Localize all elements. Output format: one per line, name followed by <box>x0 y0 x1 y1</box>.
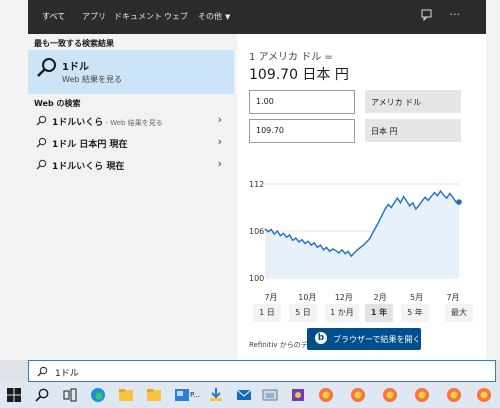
amount-input-value: 1.00 <box>256 97 274 106</box>
y-tick-label: 112 <box>249 180 264 189</box>
bing-icon: b <box>315 332 327 344</box>
x-tick-label: 10月 <box>298 293 316 302</box>
web-suggestion-main: 1ドルいくら 現在 <box>52 162 125 172</box>
feedback-icon[interactable] <box>420 8 434 22</box>
range-5-days[interactable]: 5 日 <box>289 304 317 322</box>
y-tick-label: 100 <box>249 274 264 283</box>
best-match-title: 1ドル <box>62 62 89 73</box>
tab-all[interactable]: すべて <box>42 11 65 22</box>
firefox-icon[interactable] <box>414 387 430 403</box>
tab-documents[interactable]: ドキュメント <box>114 11 162 22</box>
open-in-browser-label: ブラウザーで結果を開く <box>333 335 421 344</box>
range-5-years[interactable]: 5 年 <box>401 304 429 322</box>
firefox-icon[interactable] <box>446 387 462 403</box>
search-icon <box>36 115 47 126</box>
screenshot-icon[interactable] <box>262 387 278 403</box>
x-tick-label: 7月 <box>264 293 277 302</box>
from-currency-label: アメリカ ドル <box>371 98 422 107</box>
web-suggestion-sub: - Web 結果を見る <box>103 119 163 127</box>
web-suggestion[interactable]: 1ドル 日本円 現在 › <box>28 132 234 154</box>
range-max[interactable]: 最大 <box>445 304 473 322</box>
download-icon[interactable] <box>208 387 224 403</box>
web-suggestion-label: 1ドルいくら - Web 結果を見る <box>52 115 163 128</box>
chevron-right-icon[interactable]: › <box>218 157 222 170</box>
best-match-header: 最も一致する検索結果 <box>34 39 114 48</box>
game-app-icon[interactable] <box>290 387 306 403</box>
data-source: Refinitiv からのデ <box>249 341 308 349</box>
taskbar-app-label: P... <box>190 391 200 399</box>
desktop-right <box>486 0 500 360</box>
folder-icon[interactable] <box>146 387 162 403</box>
range-1-year[interactable]: 1 年 <box>365 304 393 322</box>
firefox-icon[interactable] <box>476 387 492 403</box>
tab-more-label: その他 <box>198 12 222 21</box>
x-tick-label: 2月 <box>374 293 387 302</box>
conversion-result: 109.70 日本 円 <box>249 67 349 83</box>
search-box[interactable]: 1ドル <box>28 360 496 382</box>
x-tick-label: 7月 <box>446 293 459 302</box>
web-suggestion-main: 1ドル 日本円 現在 <box>52 140 128 150</box>
mail-icon[interactable] <box>236 387 252 403</box>
web-suggestion-label: 1ドルいくら 現在 <box>52 159 124 172</box>
x-tick-label: 12月 <box>335 293 353 302</box>
search-icon <box>36 137 47 148</box>
taskbar: P... <box>0 382 500 408</box>
firefox-icon[interactable] <box>382 387 398 403</box>
web-suggestion-main: 1ドルいくら <box>52 118 104 128</box>
web-suggestion[interactable]: 1ドルいくら 現在 › <box>28 154 234 176</box>
conversion-from: 1 アメリカ ドル = <box>249 52 333 63</box>
range-selector: 1 日 5 日 1 か月 1 年 5 年 最大 <box>249 304 481 324</box>
x-tick-label: 5月 <box>410 293 423 302</box>
chevron-down-icon: ▼ <box>225 13 231 21</box>
best-match-item[interactable]: 1ドル Web 結果を見る <box>28 50 234 94</box>
search-query: 1ドル <box>55 369 79 379</box>
web-suggestion[interactable]: 1ドルいくら - Web 結果を見る › <box>28 110 234 132</box>
search-icon <box>37 366 48 377</box>
amount-input[interactable]: 1.00 <box>249 90 355 114</box>
best-match-subtitle: Web 結果を見る <box>62 75 122 84</box>
search-icon <box>36 159 47 170</box>
converted-amount-value: 109.70 <box>256 126 284 135</box>
firefox-icon[interactable] <box>350 387 366 403</box>
from-currency-select[interactable]: アメリカ ドル <box>365 90 461 113</box>
web-search-header: Web の検索 <box>34 99 81 108</box>
tab-apps[interactable]: アプリ <box>82 11 106 22</box>
range-1-month[interactable]: 1 か月 <box>325 304 359 322</box>
tab-more[interactable]: その他 ▼ <box>198 11 230 22</box>
web-suggestion-label: 1ドル 日本円 現在 <box>52 137 128 150</box>
preview-pane: 1 アメリカ ドル = 109.70 日本 円 1.00 アメリカ ドル 109… <box>237 34 486 360</box>
open-in-browser-button[interactable]: b ブラウザーで結果を開く <box>307 328 421 350</box>
search-icon <box>37 58 56 77</box>
range-1-day[interactable]: 1 日 <box>253 304 281 322</box>
file-explorer-icon[interactable] <box>118 387 134 403</box>
more-options-icon[interactable]: ··· <box>450 8 461 21</box>
to-currency-select[interactable]: 日本 円 <box>365 119 461 142</box>
results-list: 最も一致する検索結果 1ドル Web 結果を見る Web の検索 1ドルいくら … <box>28 34 234 360</box>
chevron-right-icon[interactable]: › <box>218 135 222 148</box>
windows-start-icon[interactable] <box>6 387 22 403</box>
chevron-right-icon[interactable]: › <box>218 113 222 126</box>
search-filter-bar: すべて アプリ ドキュメント ウェブ その他 ▼ ··· <box>28 0 486 34</box>
search-icon[interactable] <box>34 387 50 403</box>
edge-browser-icon[interactable] <box>90 387 106 403</box>
converted-amount-input[interactable]: 109.70 <box>249 119 355 143</box>
current-value-point <box>456 199 462 205</box>
y-tick-label: 106 <box>249 227 264 236</box>
desktop-left <box>0 0 28 360</box>
to-currency-label: 日本 円 <box>371 127 398 136</box>
chart-area-fill <box>265 191 459 278</box>
firefox-icon[interactable] <box>318 387 334 403</box>
task-view-icon[interactable] <box>62 387 78 403</box>
photos-app-icon[interactable] <box>174 387 190 403</box>
tab-web[interactable]: ウェブ <box>164 11 188 22</box>
exchange-rate-chart: 112 106 100 7月 10月 12月 2月 5月 7月 <box>249 180 462 302</box>
